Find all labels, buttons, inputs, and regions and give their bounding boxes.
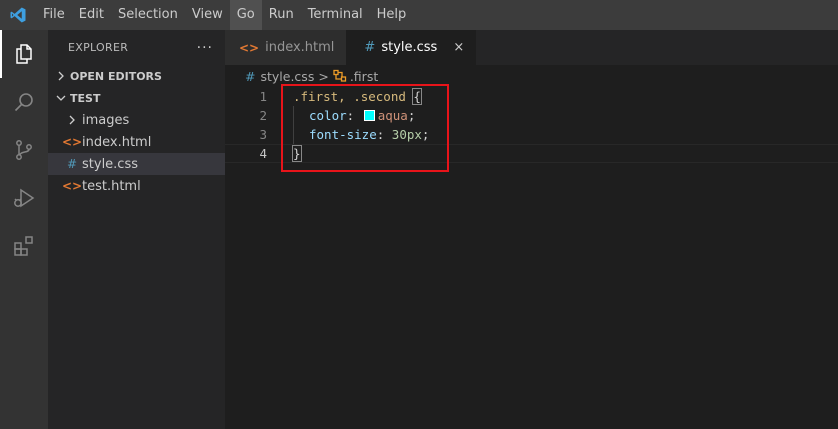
tree-item-label: images [82,112,130,128]
tree-item-index-html[interactable]: <> index.html [48,131,225,153]
line-number: 2 [259,108,267,123]
tab-style-css[interactable]: # style.css × [346,30,477,65]
css-file-icon: # [245,68,256,84]
html-file-icon: <> [61,135,83,149]
breadcrumb-symbol[interactable]: .first [350,69,378,84]
tree-item-style-css[interactable]: # style.css [48,153,225,175]
html-file-icon: <> [61,179,83,193]
line-number: 4 [259,146,267,161]
menu-file[interactable]: File [36,0,72,30]
highlight-annotation [281,84,449,172]
html-file-icon: <> [239,40,260,55]
tree-item-test-html[interactable]: <> test.html [48,175,225,197]
vscode-logo-icon [0,0,36,30]
css-file-icon: # [66,157,78,171]
folder-section-test[interactable]: TEST [48,87,225,109]
explorer-title: EXPLORER [68,41,129,54]
menu-terminal[interactable]: Terminal [301,0,370,30]
menu-selection[interactable]: Selection [111,0,185,30]
tree-item-label: style.css [82,156,138,172]
chevron-down-icon [54,93,68,103]
menu-help[interactable]: Help [370,0,414,30]
line-number: 3 [259,127,267,142]
breadcrumb-separator: > [318,68,329,84]
activity-bar [0,30,48,429]
explorer-icon[interactable] [0,30,48,78]
tab-label: index.html [265,40,335,55]
tab-index-html[interactable]: <> index.html [225,30,347,65]
explorer-sidebar: EXPLORER ··· OPEN EDITORS TEST images <>… [48,30,225,429]
css-file-icon: # [364,40,376,55]
tree-item-label: test.html [82,178,141,194]
source-control-icon[interactable] [0,126,48,174]
folder-label: TEST [70,91,101,105]
menu-view[interactable]: View [185,0,230,30]
line-number: 1 [259,89,267,104]
symbol-class-icon [333,69,347,83]
more-actions-icon[interactable]: ··· [197,40,213,56]
tab-label: style.css [381,40,438,55]
extensions-icon[interactable] [0,222,48,270]
menu-run[interactable]: Run [262,0,301,30]
search-icon[interactable] [0,78,48,126]
menu-edit[interactable]: Edit [72,0,111,30]
tree-item-images[interactable]: images [48,109,225,131]
open-editors-section[interactable]: OPEN EDITORS [48,65,225,87]
chevron-right-icon [64,115,80,125]
tree-item-label: index.html [82,134,152,150]
menu-go[interactable]: Go [229,0,262,30]
breadcrumb-file[interactable]: style.css [260,69,314,84]
close-icon[interactable]: × [453,40,464,55]
run-debug-icon[interactable] [0,174,48,222]
explorer-header: EXPLORER ··· [48,30,225,65]
chevron-right-icon [54,71,68,81]
open-editors-label: OPEN EDITORS [70,69,162,83]
menu-bar: File Edit Selection View Go Run Terminal… [0,0,838,30]
tab-bar: <> index.html # style.css × [225,30,838,65]
